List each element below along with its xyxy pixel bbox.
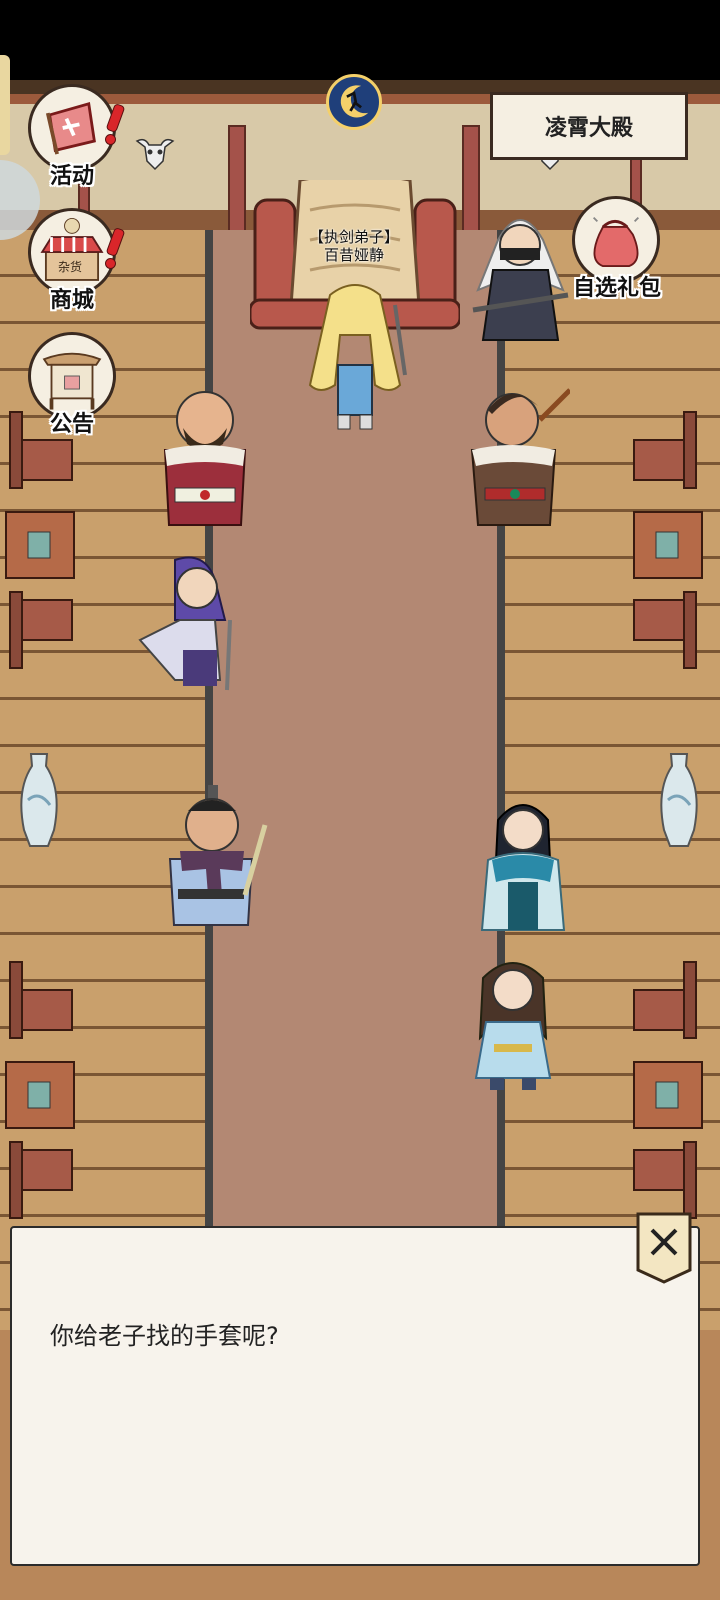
shop-button[interactable]: 杂货 商城 [22, 208, 122, 318]
wooden-chair [9, 1141, 73, 1219]
side-table [5, 511, 75, 579]
edge-marker [0, 55, 10, 155]
event-label: 活动 [49, 164, 94, 189]
wooden-chair [633, 961, 697, 1039]
npc-sword-disciple[interactable] [300, 275, 410, 435]
ox-skull-icon [135, 138, 175, 171]
blue-dress-maiden[interactable] [468, 948, 558, 1093]
topknot-swordsman[interactable] [460, 380, 570, 540]
alert-badge [105, 104, 120, 145]
close-dialog-button[interactable] [636, 1212, 692, 1284]
npc-title: 【执剑弟子】 [308, 228, 399, 246]
side-table [633, 511, 703, 579]
night-moon-icon[interactable] [326, 74, 382, 130]
scarf-swordsman[interactable] [150, 785, 270, 945]
side-table [633, 1061, 703, 1129]
wooden-chair [9, 961, 73, 1039]
notice-label: 公告 [49, 412, 94, 437]
close-icon [636, 1212, 692, 1284]
teal-caped-lady[interactable] [478, 790, 568, 940]
bearded-general[interactable] [155, 380, 255, 540]
npc-name: 百昔娅静 [323, 246, 384, 264]
white-haired-ninja[interactable] [468, 200, 573, 360]
porcelain-vase [660, 753, 698, 847]
stall-sign: 杂货 [58, 260, 83, 274]
purple-haired-swordswoman[interactable] [135, 550, 245, 700]
npc-nameplate: 【执剑弟子】 百昔娅静 [296, 228, 412, 264]
shop-label: 商城 [49, 288, 94, 313]
pillar [228, 125, 246, 239]
wooden-chair [633, 411, 697, 489]
wooden-chair [9, 591, 73, 669]
wooden-chair [633, 591, 697, 669]
dialog-box[interactable]: 你给老子找的手套呢? [10, 1226, 700, 1566]
porcelain-vase [20, 753, 58, 847]
notice-button[interactable]: 公告 [22, 332, 122, 442]
side-table [5, 1061, 75, 1129]
event-button[interactable]: 活动 [22, 84, 122, 194]
hall-title-sign: 凌霄大殿 [490, 92, 688, 160]
dialog-text: 你给老子找的手套呢? [50, 1322, 279, 1350]
wooden-chair [633, 1141, 697, 1219]
gift-pack-button[interactable]: 自选礼包 [562, 196, 672, 306]
alert-badge [105, 228, 120, 269]
hall-title: 凌霄大殿 [544, 116, 633, 141]
gift-pack-label: 自选礼包 [572, 276, 661, 301]
